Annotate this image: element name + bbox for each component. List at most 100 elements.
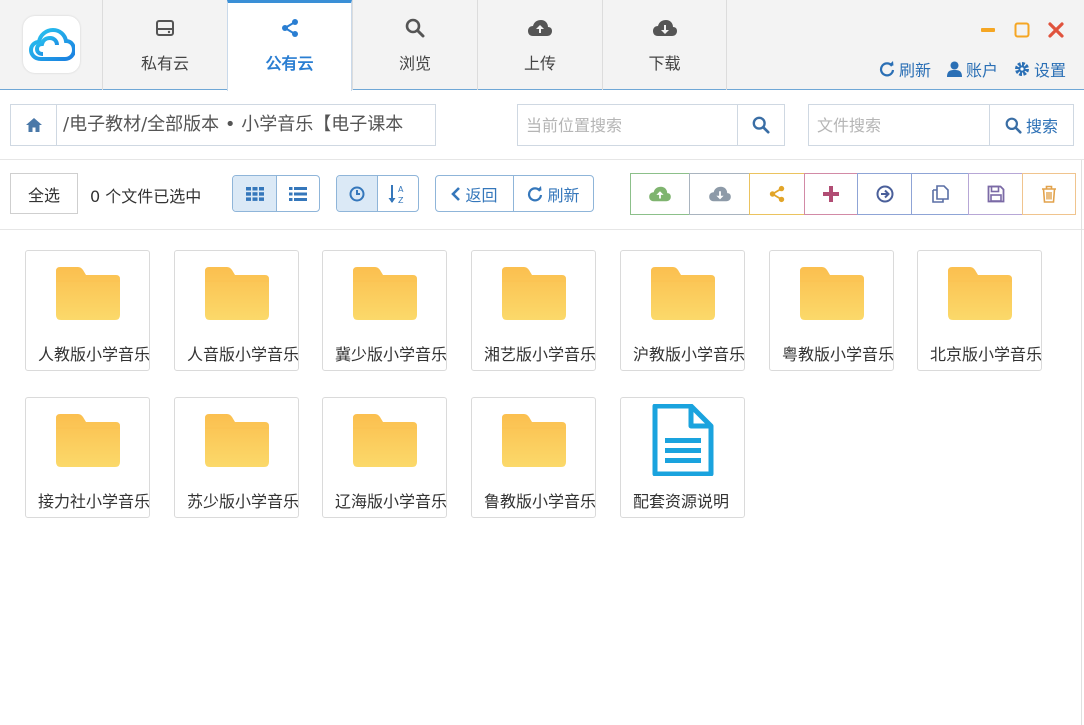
list-icon	[289, 186, 307, 201]
file-name: 沪教版小学音乐	[633, 345, 744, 364]
location-search-button[interactable]	[737, 105, 784, 145]
folder-icon	[351, 412, 419, 470]
cloud-upload-icon	[649, 186, 671, 202]
copy-icon	[932, 185, 949, 203]
search-button-label: 搜索	[1025, 117, 1058, 136]
search-icon	[752, 116, 770, 134]
tab-download[interactable]: 下载	[602, 0, 727, 90]
tab-label: 公有云	[265, 54, 314, 73]
folder-icon	[500, 265, 568, 323]
download-button[interactable]	[689, 173, 750, 215]
folder-icon	[54, 265, 122, 323]
file-name: 辽海版小学音乐	[335, 492, 446, 511]
grid-view-button[interactable]	[233, 176, 276, 211]
tab-label: 上传	[523, 54, 556, 73]
folder-icon	[649, 265, 717, 323]
share-button[interactable]	[749, 173, 805, 215]
location-search	[517, 104, 785, 146]
list-view-button[interactable]	[276, 176, 319, 211]
folder-item[interactable]: 苏少版小学音乐	[174, 397, 299, 518]
user-icon	[946, 61, 962, 77]
tab-upload[interactable]: 上传	[477, 0, 602, 90]
back-button[interactable]: 返回	[436, 176, 513, 211]
arrow-right-circle-icon	[876, 185, 893, 203]
trash-icon	[1042, 185, 1056, 203]
tab-private-cloud[interactable]: 私有云	[102, 0, 227, 90]
maximize-button[interactable]	[1012, 20, 1032, 40]
divider	[0, 159, 1084, 160]
folder-icon	[203, 412, 271, 470]
file-actions	[630, 173, 1076, 215]
tab-label: 私有云	[140, 54, 189, 73]
file-name: 湘艺版小学音乐	[484, 345, 595, 364]
file-name: 人音版小学音乐	[187, 345, 298, 364]
sort-by-time-button[interactable]	[337, 176, 377, 211]
refresh-icon	[879, 61, 895, 77]
share-icon	[280, 16, 300, 40]
copy-button[interactable]	[911, 173, 969, 215]
minimize-button[interactable]	[978, 20, 998, 40]
svg-text:Z: Z	[398, 196, 404, 205]
file-name: 鲁教版小学音乐	[484, 492, 595, 511]
nav-group: 返回 刷新	[435, 175, 594, 212]
refresh-label: 刷新	[547, 185, 580, 205]
folder-icon	[351, 265, 419, 323]
main-tabs: 私有云 公有云 浏览 上传 下载	[102, 0, 727, 91]
file-search: 搜索	[808, 104, 1074, 146]
tab-public-cloud[interactable]: 公有云	[227, 0, 352, 91]
maximize-icon	[1014, 22, 1030, 38]
tab-browse[interactable]: 浏览	[352, 0, 477, 90]
search-icon	[405, 16, 425, 40]
delete-button[interactable]	[1022, 173, 1076, 215]
select-all-button[interactable]: 全选	[10, 173, 78, 214]
refresh-link[interactable]: 刷新	[879, 57, 931, 81]
sort-alpha-icon: AZ	[388, 184, 404, 205]
file-search-button[interactable]: 搜索	[989, 105, 1073, 145]
settings-link[interactable]: 设置	[1014, 57, 1066, 81]
file-item[interactable]: 配套资源说明	[620, 397, 745, 518]
file-name: 北京版小学音乐	[930, 345, 1041, 364]
close-button[interactable]	[1046, 20, 1066, 40]
top-bar: 私有云 公有云 浏览 上传 下载 刷新 账户 设置	[0, 0, 1084, 91]
top-links: 刷新 账户 设置	[879, 57, 1066, 81]
folder-icon	[798, 265, 866, 323]
refresh-button[interactable]: 刷新	[513, 176, 593, 211]
folder-item[interactable]: 接力社小学音乐	[25, 397, 150, 518]
folder-item[interactable]: 冀少版小学音乐	[322, 250, 447, 371]
folder-icon	[203, 265, 271, 323]
folder-item[interactable]: 人教版小学音乐	[25, 250, 150, 371]
new-folder-button[interactable]	[804, 173, 858, 215]
window-controls	[978, 20, 1066, 40]
sort-group: AZ	[336, 175, 419, 212]
clock-icon	[349, 186, 365, 201]
refresh-label: 刷新	[898, 61, 931, 80]
grid-icon	[245, 186, 264, 201]
folder-item[interactable]: 沪教版小学音乐	[620, 250, 745, 371]
file-name: 配套资源说明	[633, 492, 730, 511]
home-button[interactable]	[11, 105, 57, 145]
folder-item[interactable]: 鲁教版小学音乐	[471, 397, 596, 518]
save-button[interactable]	[968, 173, 1023, 215]
folder-item[interactable]: 辽海版小学音乐	[322, 397, 447, 518]
app-logo	[23, 16, 80, 73]
view-mode-group	[232, 175, 320, 212]
move-button[interactable]	[857, 173, 912, 215]
folder-item[interactable]: 粤教版小学音乐	[769, 250, 894, 371]
folder-icon	[946, 265, 1014, 323]
folder-item[interactable]: 人音版小学音乐	[174, 250, 299, 371]
svg-text:A: A	[398, 185, 404, 194]
upload-button[interactable]	[630, 173, 690, 215]
settings-label: 设置	[1033, 61, 1066, 80]
account-link[interactable]: 账户	[946, 57, 998, 81]
folder-item[interactable]: 湘艺版小学音乐	[471, 250, 596, 371]
folder-item[interactable]: 北京版小学音乐	[917, 250, 1042, 371]
file-name: 粤教版小学音乐	[782, 345, 893, 364]
cloud-download-icon	[652, 16, 678, 40]
path-text[interactable]: /电子教材/全部版本 • 小学音乐【电子课本	[57, 105, 435, 145]
file-search-input[interactable]	[809, 105, 989, 145]
file-name: 人教版小学音乐	[38, 345, 149, 364]
selection-count: 0 个文件已选中	[90, 187, 202, 206]
location-search-input[interactable]	[518, 105, 738, 145]
chevron-left-icon	[451, 186, 461, 201]
sort-by-name-button[interactable]: AZ	[377, 176, 418, 211]
